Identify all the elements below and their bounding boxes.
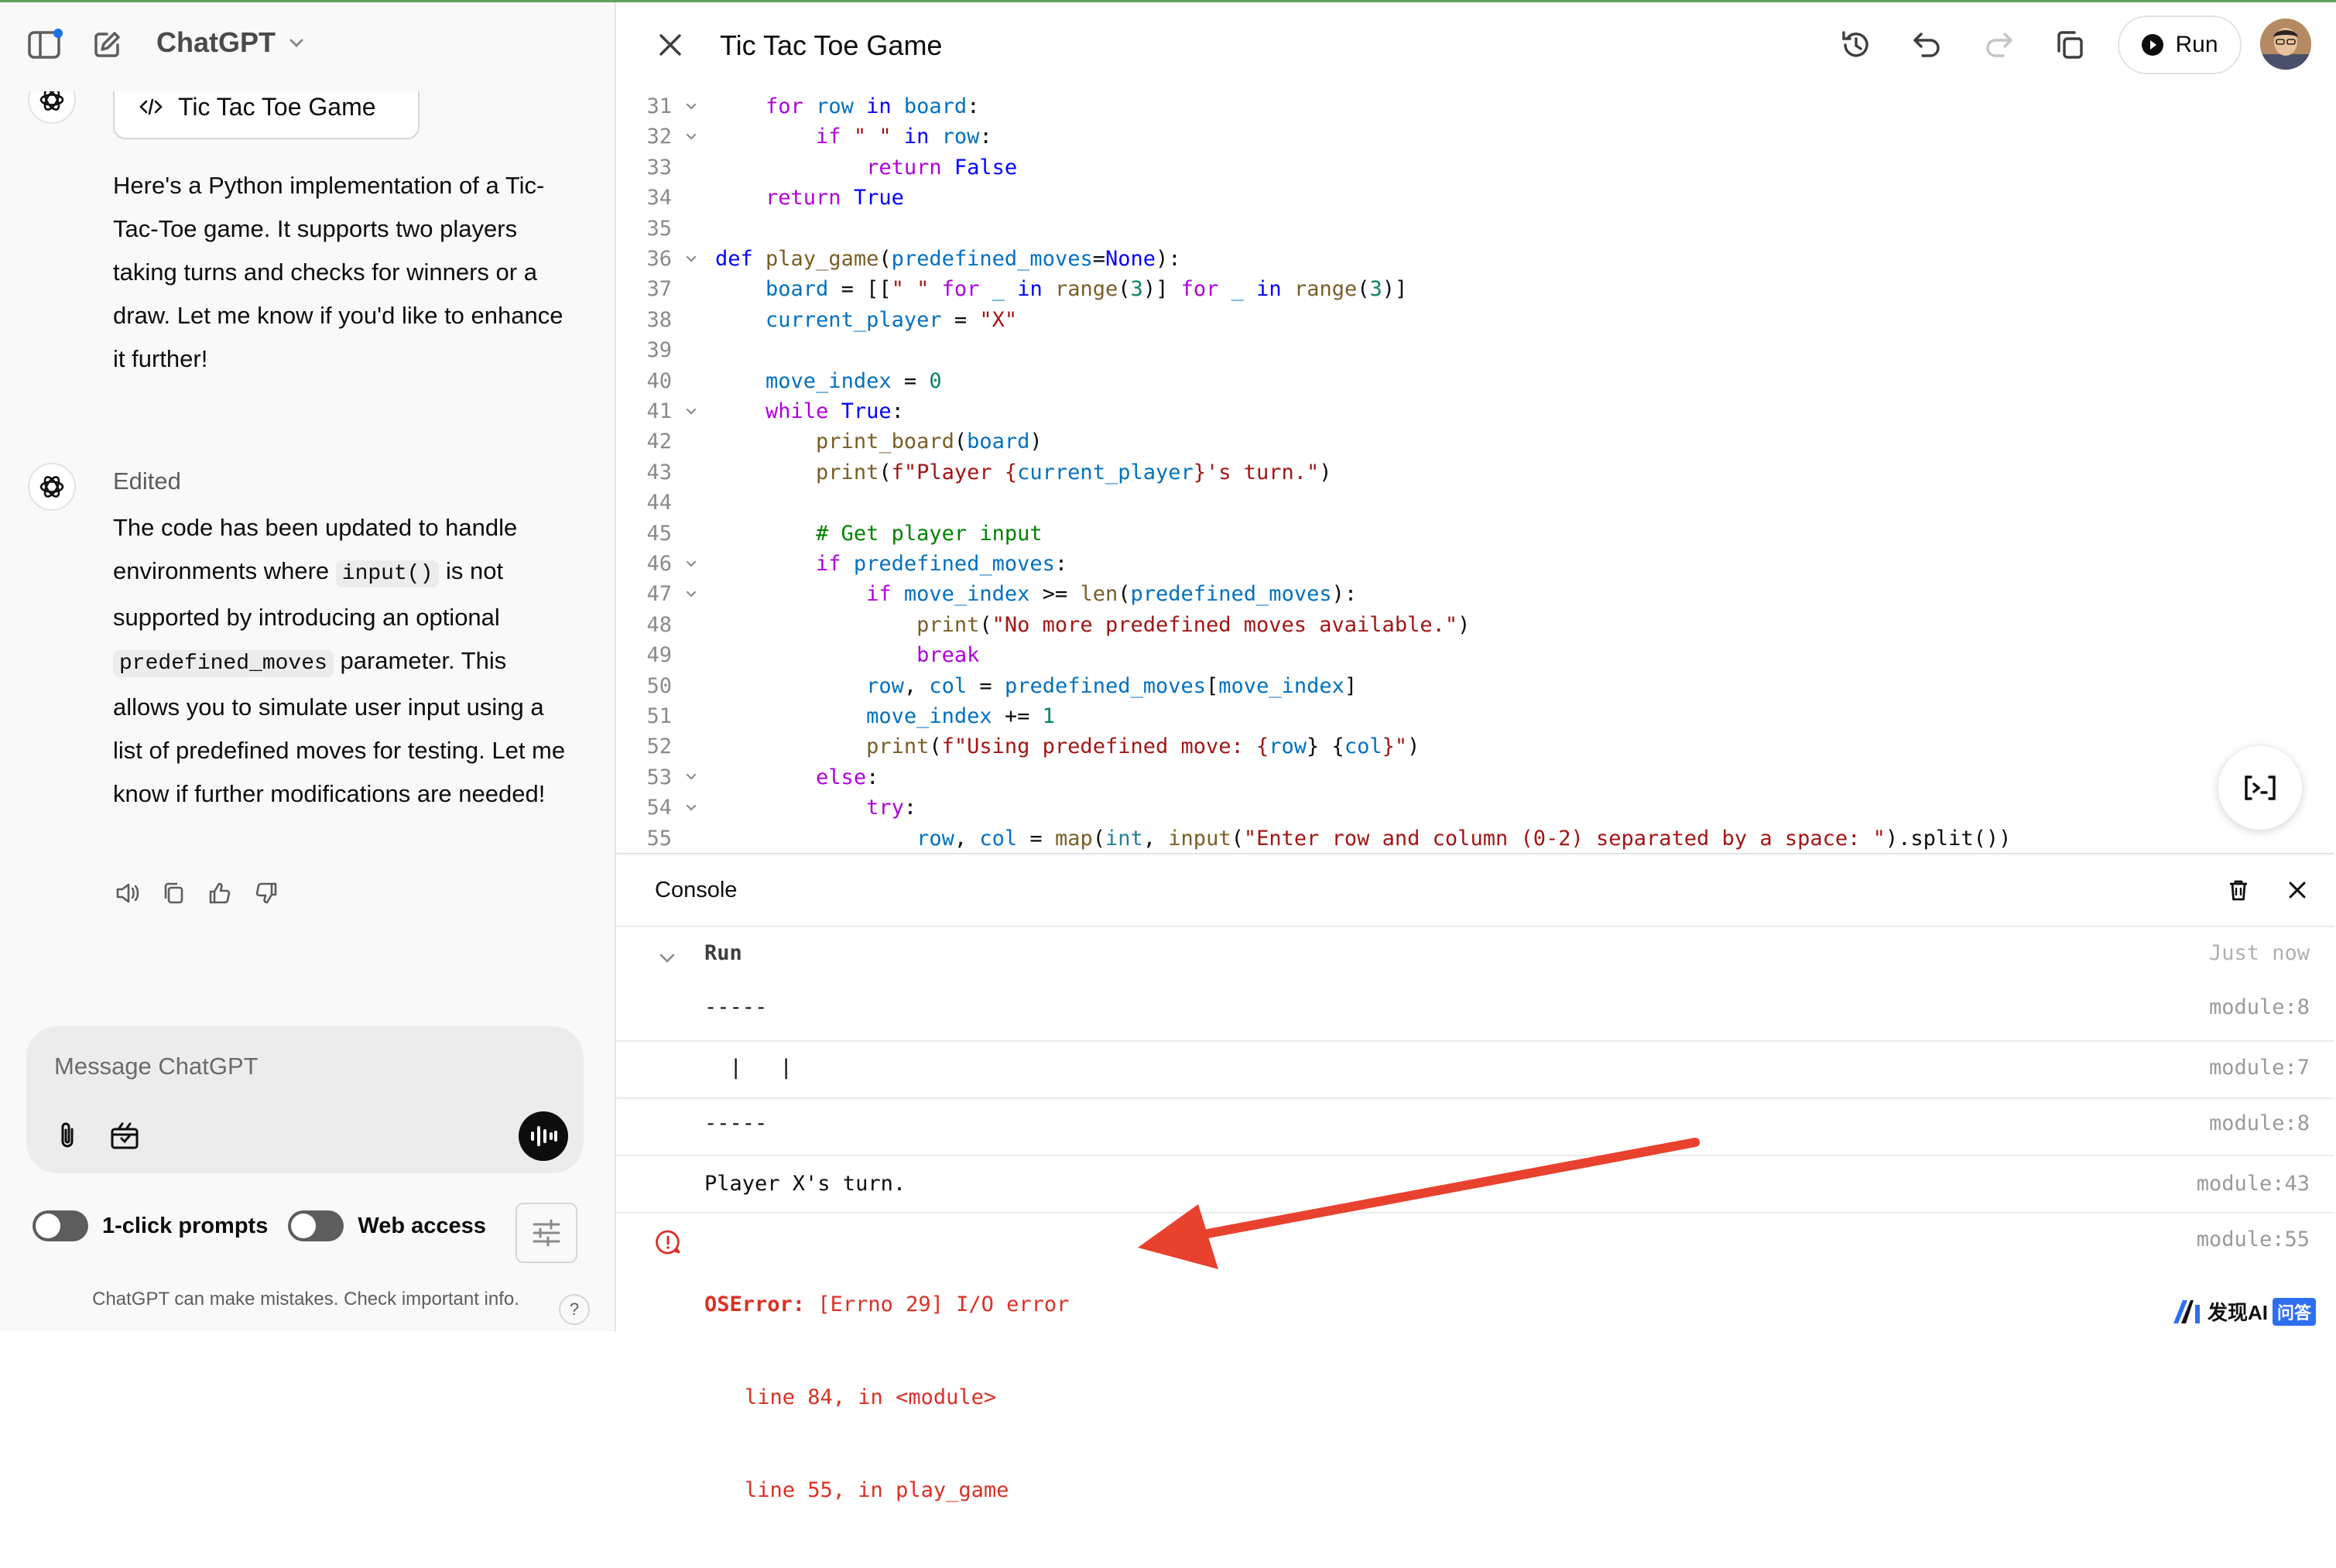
traceback-line[interactable]: line 55, in play_game — [704, 1475, 1069, 1506]
annotation-arrow — [1138, 1138, 1700, 1269]
traceback-line[interactable]: line 84, in <module> — [704, 1382, 1069, 1413]
